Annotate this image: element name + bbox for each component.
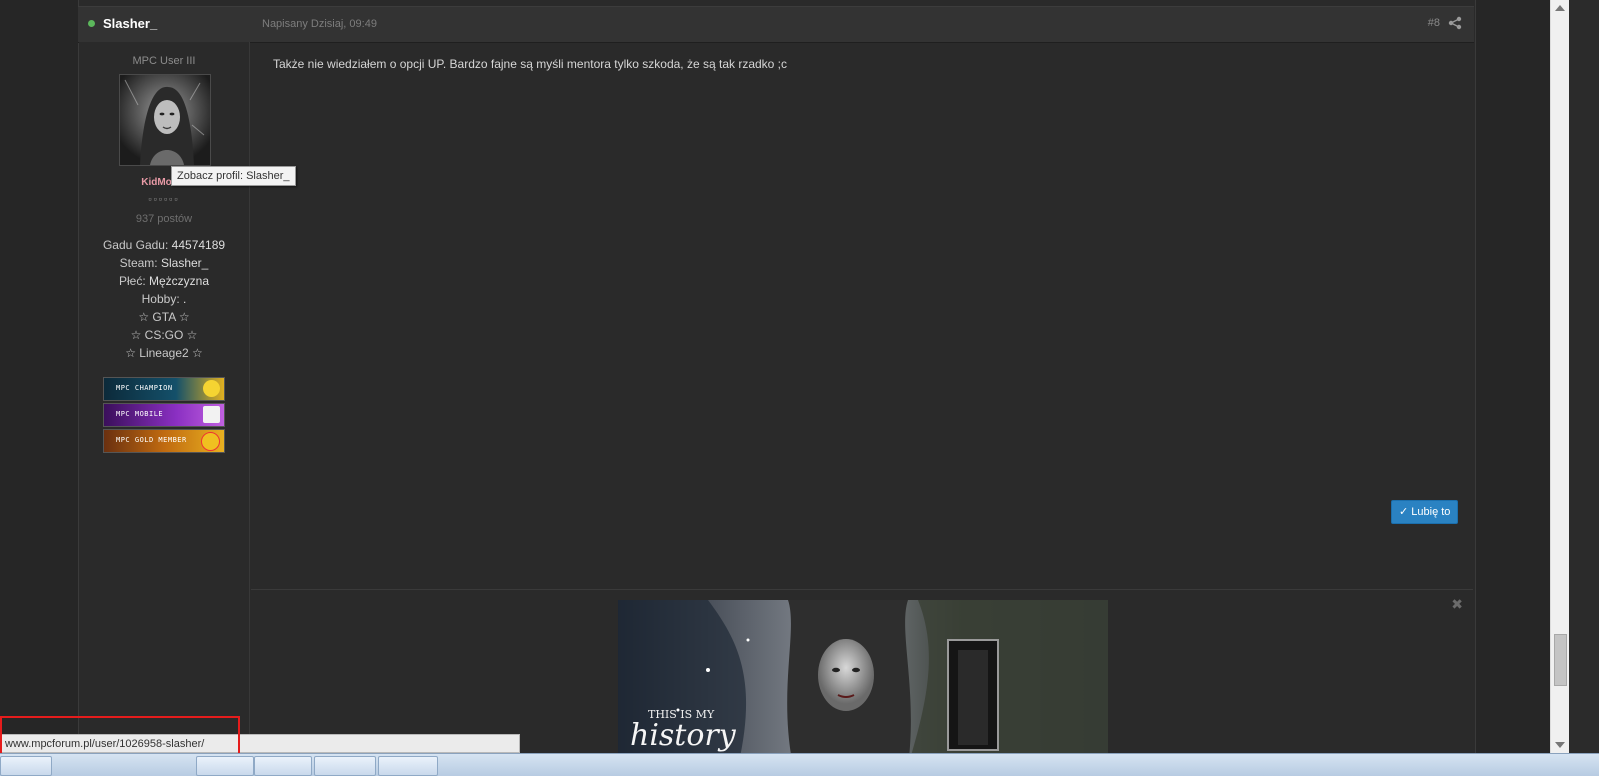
- post-body: Także nie wiedziałem o opcji UP. Bardzo …: [251, 42, 1473, 588]
- field-hobby: Hobby: .: [141, 292, 187, 306]
- check-icon: ✓: [1399, 506, 1409, 518]
- close-icon[interactable]: ✖: [1451, 596, 1463, 613]
- post-content: Także nie wiedziałem o opcji UP. Bardzo …: [273, 57, 788, 71]
- field-steam: Steam: Slasher_: [119, 256, 209, 270]
- signature-text-line2: history: [630, 718, 737, 753]
- field-gadu: Gadu Gadu: 44574189: [102, 238, 226, 252]
- star-icon: [201, 432, 220, 451]
- award-champion[interactable]: MPC CHAMPION: [103, 377, 225, 401]
- highlight-annotation: [0, 716, 240, 757]
- like-button[interactable]: ✓ Lubię to: [1391, 500, 1459, 524]
- taskbar-item[interactable]: [196, 756, 254, 776]
- post-count: 937 postów: [135, 213, 193, 225]
- field-hobby-gta: ☆ GTA ☆: [138, 310, 190, 324]
- awards-list: MPC CHAMPION MPC MOBILE MPC GOLD MEMBER: [103, 377, 225, 455]
- member-title: MPC User III: [132, 55, 196, 67]
- award-gold[interactable]: MPC GOLD MEMBER: [103, 429, 225, 453]
- rank-pips: ▫▫▫▫▫▫: [148, 194, 180, 204]
- share-icon[interactable]: [1448, 16, 1462, 30]
- phone-icon: [203, 406, 220, 423]
- custom-fields: Gadu Gadu: 44574189 Steam: Slasher_ Płeć…: [79, 236, 249, 362]
- taskbar-item[interactable]: [314, 756, 376, 776]
- scroll-up-icon[interactable]: [1555, 5, 1565, 11]
- avatar-image: [120, 75, 210, 165]
- avatar[interactable]: [119, 74, 211, 166]
- page-scrollbar[interactable]: [1550, 0, 1569, 775]
- taskbar-item[interactable]: [378, 756, 438, 776]
- os-taskbar: [0, 753, 1599, 776]
- taskbar-item[interactable]: [0, 756, 52, 776]
- scroll-down-icon[interactable]: [1555, 742, 1565, 748]
- field-hobby-lineage: ☆ Lineage2 ☆: [125, 346, 203, 360]
- scroll-thumb[interactable]: [1554, 634, 1567, 686]
- signature-banner: THIS IS MY history: [618, 600, 1108, 766]
- author-name-link[interactable]: Slasher_: [103, 16, 157, 31]
- field-sex: Płeć: Mężczyzna: [118, 274, 210, 288]
- post-number-link[interactable]: #8: [1428, 17, 1440, 29]
- online-status-icon: [88, 20, 95, 27]
- taskbar-item[interactable]: [254, 756, 312, 776]
- author-pane: MPC User III KidMod L ▫▫▫▫▫▫ 937 postów …: [79, 42, 250, 775]
- bulb-icon: [203, 380, 220, 397]
- post-header: Slasher_ Napisany Dzisiaj, 09:49 #8: [78, 6, 1474, 43]
- award-mobile[interactable]: MPC MOBILE: [103, 403, 225, 427]
- field-hobby-csgo: ☆ CS:GO ☆: [130, 328, 198, 342]
- post-date: Napisany Dzisiaj, 09:49: [262, 18, 377, 30]
